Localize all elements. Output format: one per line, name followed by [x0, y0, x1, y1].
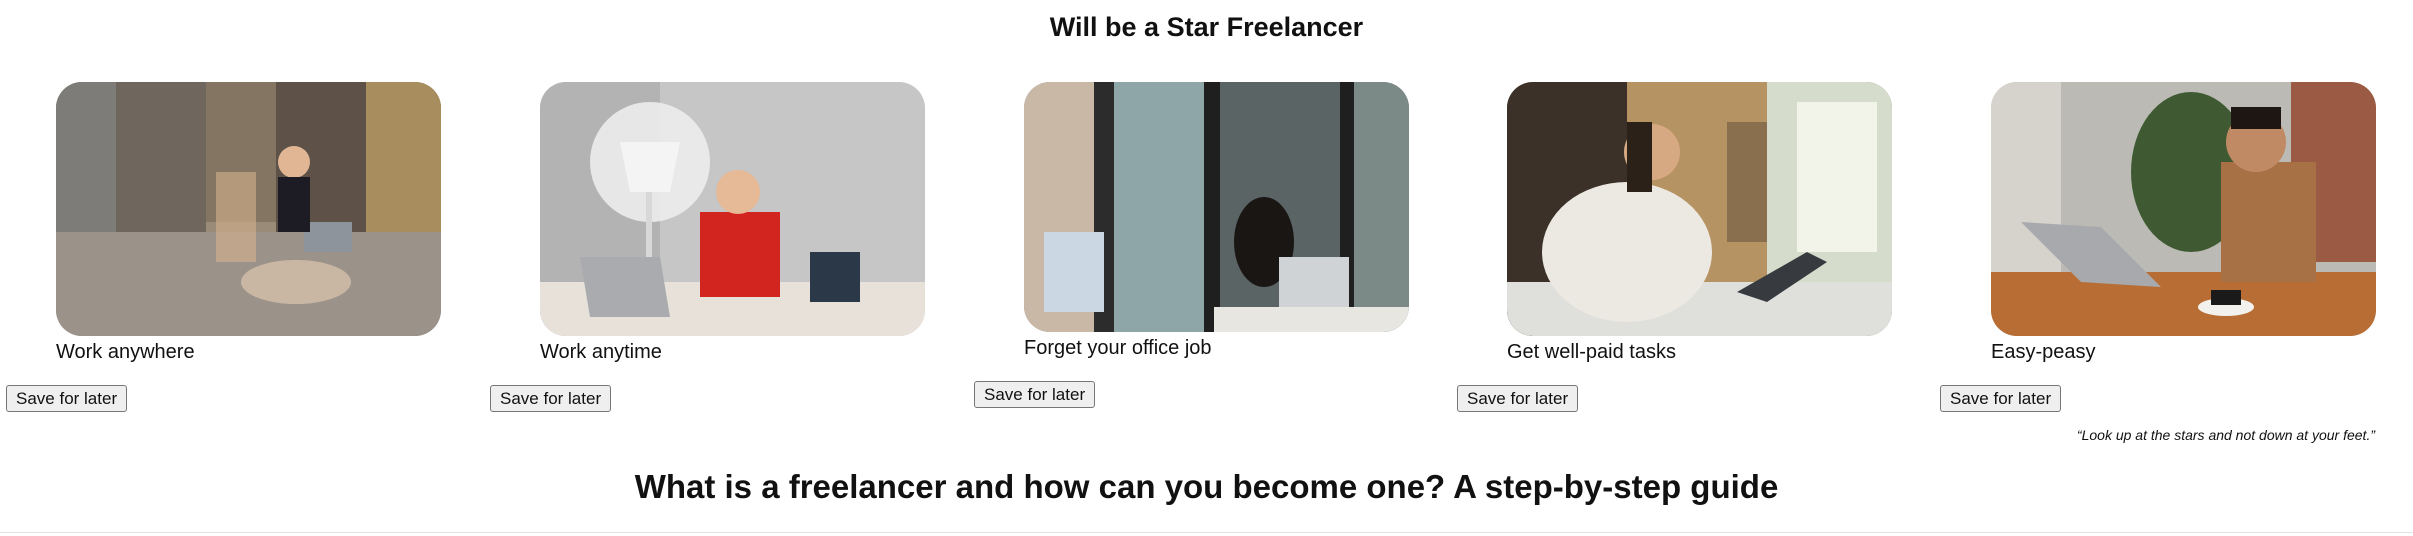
- section-title: What is a freelancer and how can you bec…: [634, 468, 1779, 505]
- card-easy-peasy: Easy-peasy: [1991, 82, 2376, 364]
- quote: “Look up at the stars and not down at yo…: [2076, 427, 2375, 443]
- card-caption: Easy-peasy: [1991, 341, 2096, 363]
- card-caption: Work anytime: [540, 341, 662, 363]
- card-caption: Forget your office job: [1024, 337, 1212, 359]
- divider: [0, 532, 2413, 533]
- card-caption: Get well-paid tasks: [1507, 341, 1676, 363]
- page-title: Will be a Star Freelancer: [1049, 12, 1364, 42]
- card-get-well-paid-tasks: Get well-paid tasks: [1507, 82, 1892, 364]
- save-for-later-button[interactable]: Save for later: [1457, 385, 1579, 412]
- woman-with-laptop-on-street-photo: [56, 82, 441, 336]
- woman-in-kitchen-with-laptop-photo: [1507, 82, 1892, 336]
- card-work-anywhere: Work anywhere: [56, 82, 441, 364]
- man-at-wooden-table-with-laptop-photo: [1991, 82, 2376, 336]
- woman-at-desk-with-lamp-photo: [540, 82, 925, 336]
- card-forget-office-job: Forget your office job: [1024, 82, 1409, 360]
- save-for-later-button[interactable]: Save for later: [974, 381, 1096, 408]
- save-for-later-button[interactable]: Save for later: [490, 385, 612, 412]
- woman-in-cafe-with-laptop-photo: [1024, 82, 1409, 332]
- save-for-later-button[interactable]: Save for later: [6, 385, 128, 412]
- card-caption: Work anywhere: [56, 341, 195, 363]
- page: Will be a Star Freelancer Work anywhere …: [0, 0, 2413, 536]
- card-work-anytime: Work anytime: [540, 82, 925, 364]
- save-for-later-button[interactable]: Save for later: [1940, 385, 2062, 412]
